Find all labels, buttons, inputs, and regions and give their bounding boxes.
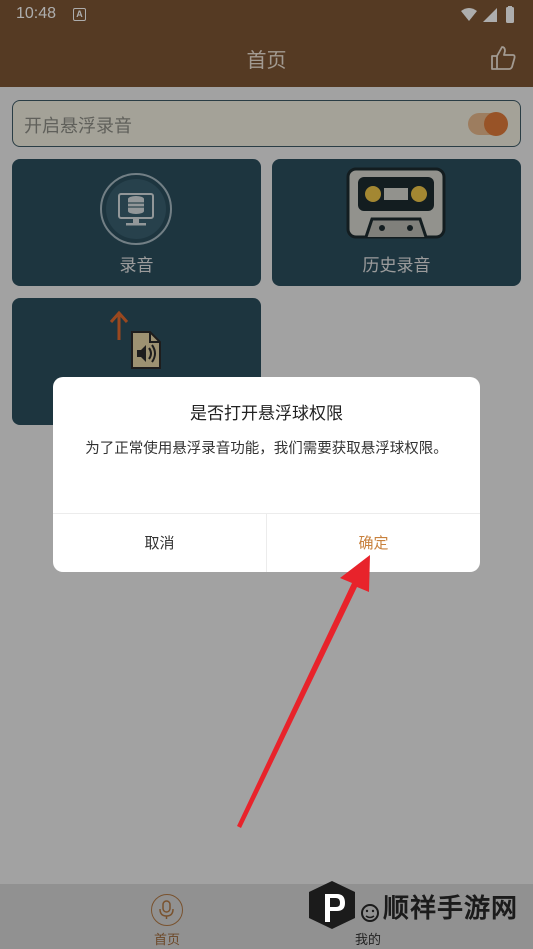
cancel-button[interactable]: 取消 bbox=[53, 514, 266, 572]
dialog-title: 是否打开悬浮球权限 bbox=[190, 404, 343, 424]
watermark-text: 顺祥手游网 bbox=[383, 894, 519, 924]
confirm-button[interactable]: 确定 bbox=[267, 514, 480, 572]
permission-dialog: 是否打开悬浮球权限 为了正常使用悬浮录音功能，我们需要获取悬浮球权限。 取消 确… bbox=[53, 377, 480, 572]
watermark-logo-icon bbox=[309, 881, 379, 929]
watermark: 顺祥手游网 bbox=[305, 878, 530, 948]
dialog-message: 为了正常使用悬浮录音功能，我们需要获取悬浮球权限。 bbox=[85, 441, 448, 457]
